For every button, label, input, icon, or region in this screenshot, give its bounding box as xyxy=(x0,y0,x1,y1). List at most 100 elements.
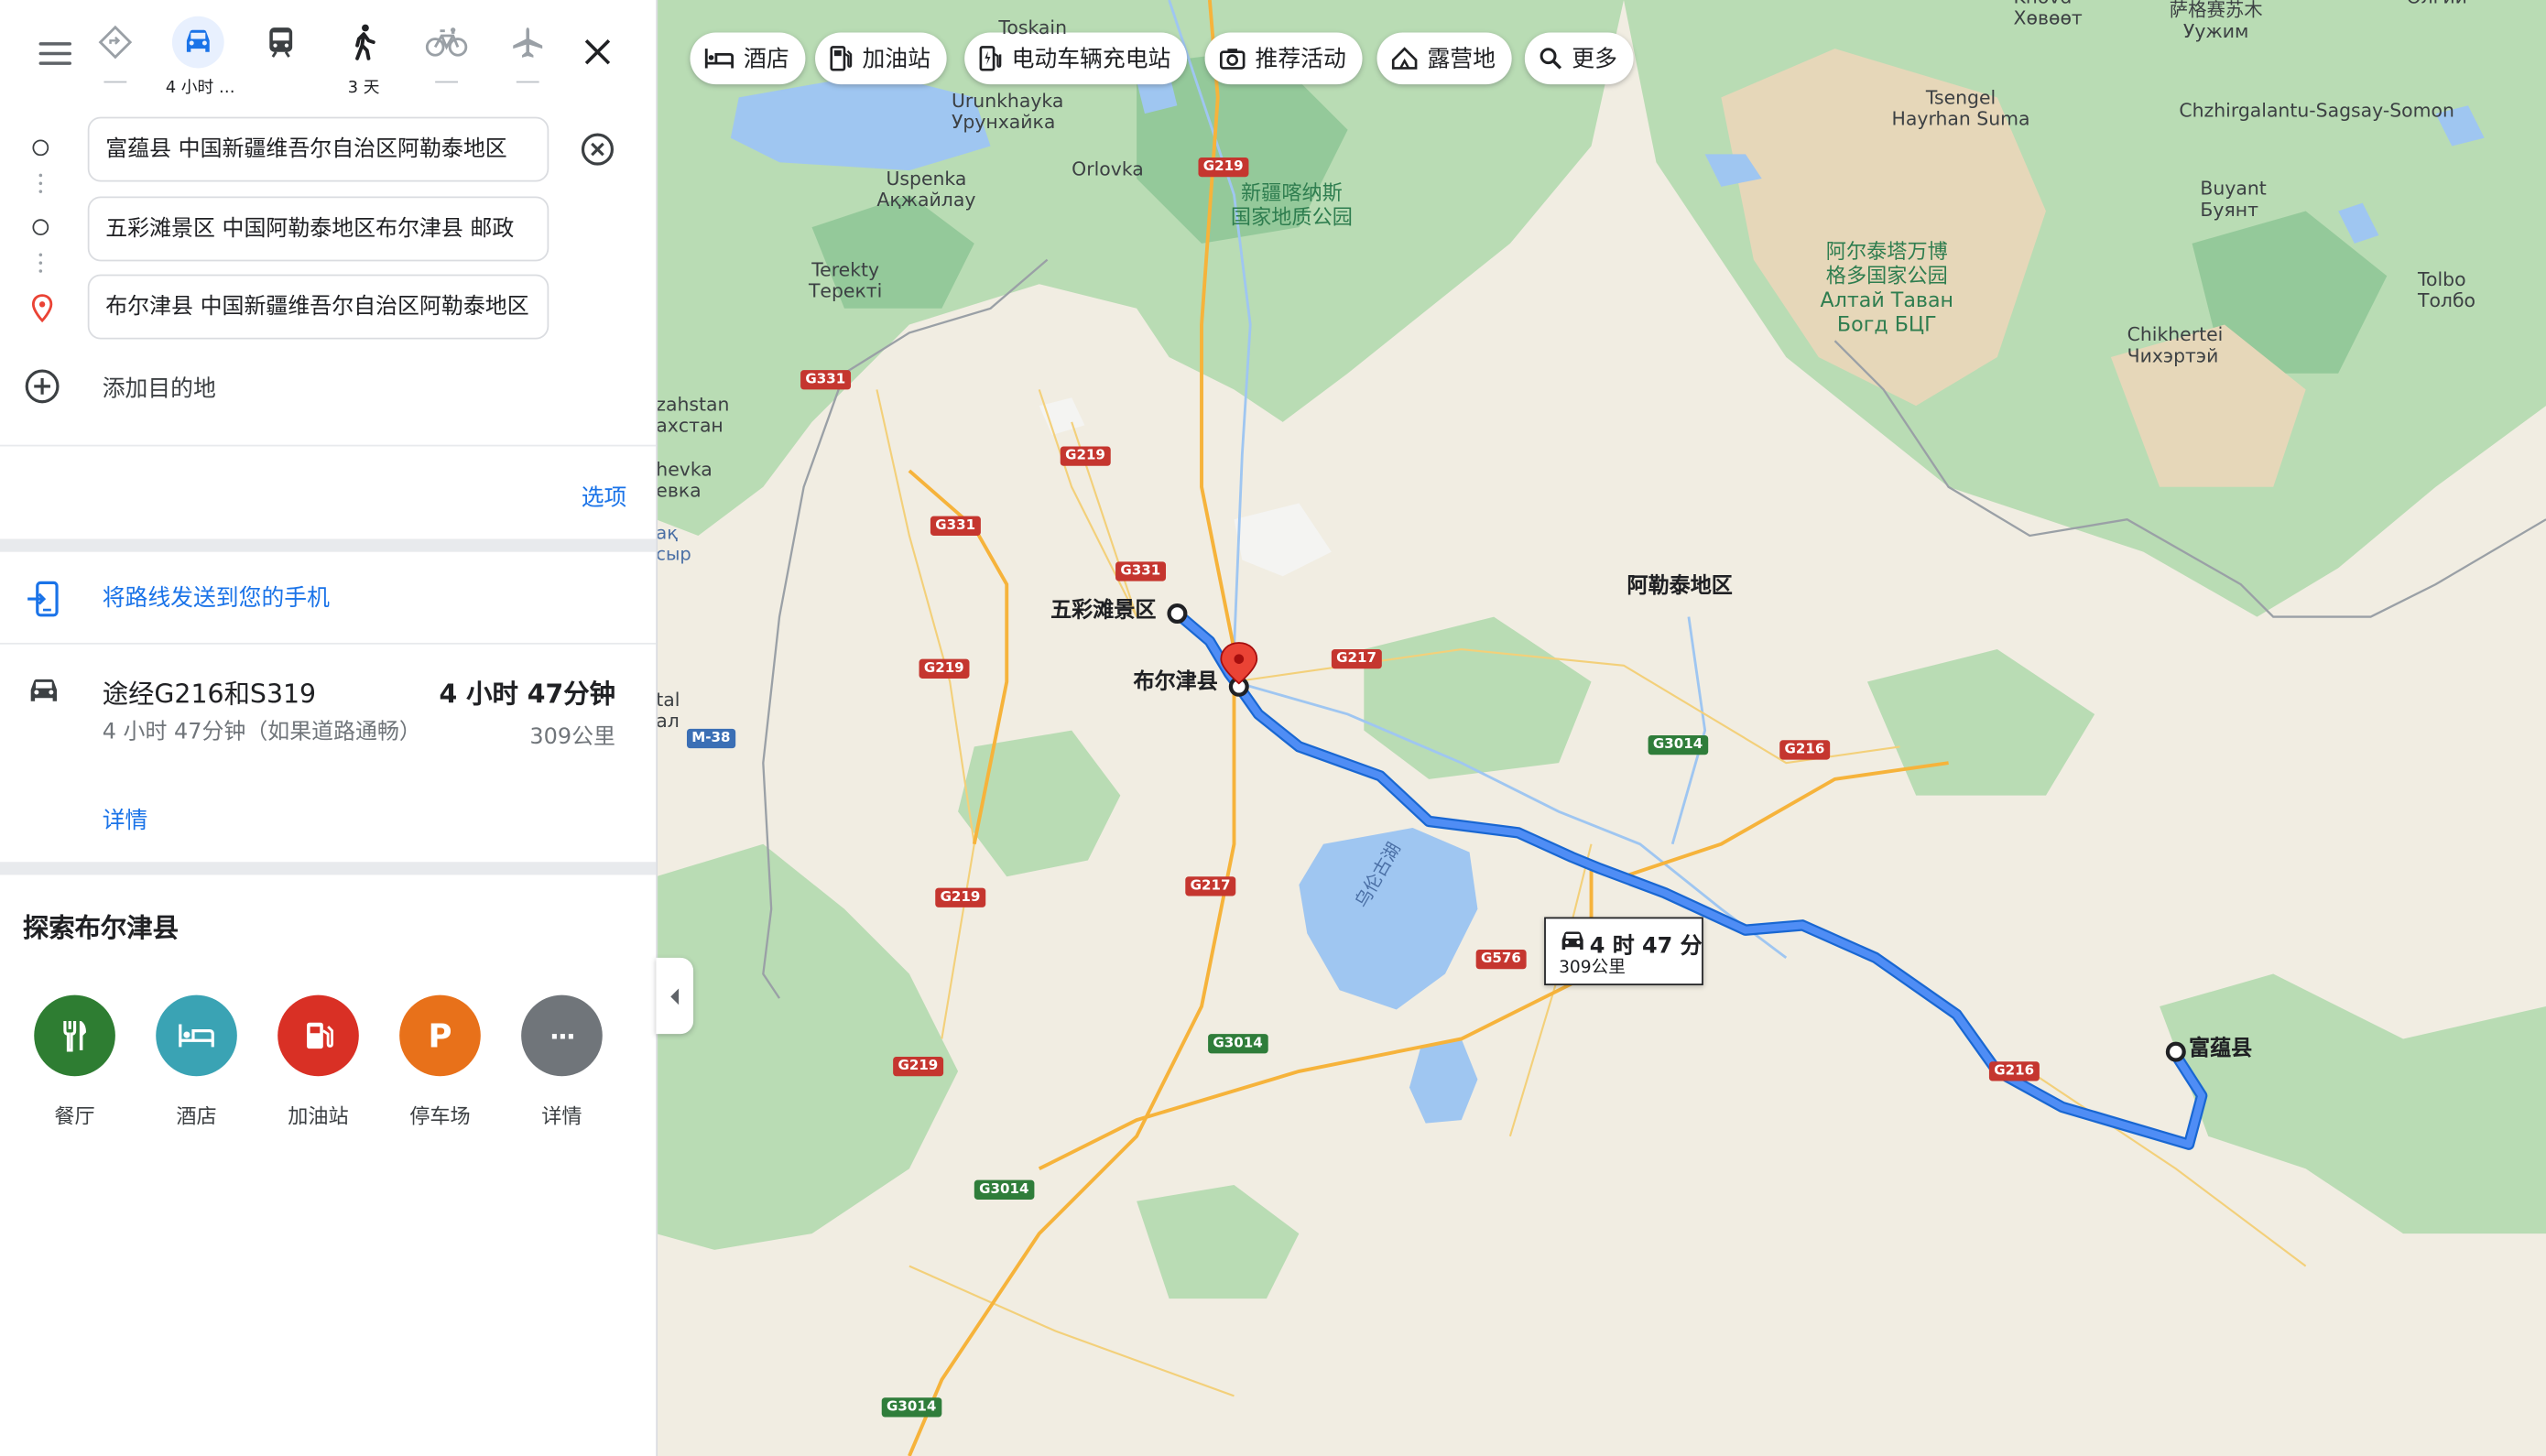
place-label-fuyun[interactable]: 富蕴县 xyxy=(2189,1038,2252,1059)
ev-charger-icon xyxy=(979,46,1002,71)
chip-label: 露营地 xyxy=(1427,47,1496,73)
gas-station-icon xyxy=(277,994,359,1077)
park-label[interactable]: 阿尔泰塔万博 格多国家公园 Алтай Таван Богд БЦГ xyxy=(1821,239,1954,336)
chip-ev-charging[interactable]: 电动车辆充电站 xyxy=(964,32,1188,85)
road-shield: G3014 xyxy=(881,1397,941,1418)
route-details-link[interactable]: 详情 xyxy=(103,803,148,835)
map-canvas[interactable]: 酒店 加油站 电动车辆充电站 推荐活动 露营地 更多 Toskain Urunk… xyxy=(656,0,2546,1456)
chip-more[interactable]: 更多 xyxy=(1524,32,1634,85)
road-shield: G217 xyxy=(1185,876,1235,896)
road-shield: G331 xyxy=(930,516,981,536)
place-label[interactable]: tal ал xyxy=(656,689,680,732)
place-label[interactable]: Urunkhayka Урунхайка xyxy=(952,90,1063,133)
chip-label: 更多 xyxy=(1572,47,1617,73)
camping-icon xyxy=(1391,47,1418,70)
explore-hotels[interactable]: 酒店 xyxy=(147,994,245,1130)
send-to-phone-label: 将路线发送到您的手机 xyxy=(102,585,330,613)
menu-icon xyxy=(38,42,72,46)
divider xyxy=(0,444,657,447)
chip-hotels[interactable]: 酒店 xyxy=(690,32,806,85)
place-label[interactable]: Tolbo Толбо xyxy=(2418,268,2475,311)
send-to-phone-button[interactable]: 将路线发送到您的手机 xyxy=(0,552,656,643)
chip-label: 酒店 xyxy=(744,47,789,73)
route-traffic-note: 4 小时 47分钟（如果道路通畅） xyxy=(102,719,421,745)
place-label[interactable]: Khovd Хөвөөт xyxy=(2014,0,2083,29)
road-shield: G3014 xyxy=(1208,1034,1268,1054)
place-label[interactable]: Tsengel Hayrhan Suma xyxy=(1892,87,2030,130)
mode-walking[interactable]: 3 天 xyxy=(332,16,397,97)
hotel-icon xyxy=(156,994,237,1077)
waypoint-origin: 富蕴县 中国新疆维吾尔自治区阿勒泰地区 xyxy=(0,116,656,182)
mode-best[interactable] xyxy=(82,16,147,94)
car-icon xyxy=(171,16,224,69)
place-label[interactable]: zahstan ахстан xyxy=(656,394,729,437)
options-link[interactable]: 选项 xyxy=(582,481,627,513)
place-label-wucaitan[interactable]: 五彩滩景区 xyxy=(1050,601,1156,622)
car-icon xyxy=(1561,931,1583,950)
close-directions-button[interactable] xyxy=(578,32,617,71)
place-label[interactable]: hevka евка xyxy=(656,459,713,502)
airplane-icon xyxy=(502,16,554,69)
clear-circle-icon xyxy=(581,133,615,166)
chip-things-to-do[interactable]: 推荐活动 xyxy=(1204,32,1363,85)
section-divider xyxy=(0,538,657,552)
route-option[interactable]: 途经G216和S319 4 小时 47分钟 4 小时 47分钟（如果道路通畅） … xyxy=(0,645,656,863)
stop-dot-icon xyxy=(32,219,49,236)
road-shield: M-38 xyxy=(686,728,735,749)
route-dots xyxy=(38,248,44,277)
walking-icon xyxy=(338,16,390,69)
destination-input[interactable]: 布尔津县 中国新疆维吾尔自治区阿勒泰地区 xyxy=(87,274,549,340)
place-label[interactable]: Uspenka Ақжайлау xyxy=(876,168,975,211)
chip-campgrounds[interactable]: 露营地 xyxy=(1376,32,1512,85)
waypoint-destination: 布尔津县 中国新疆维吾尔自治区阿勒泰地区 xyxy=(0,274,656,340)
mode-cycling[interactable] xyxy=(414,16,479,94)
road-shield: G216 xyxy=(1988,1061,2040,1081)
mode-transit[interactable] xyxy=(248,16,313,94)
place-label-burqin[interactable]: 布尔津县 xyxy=(1134,672,1218,693)
search-icon xyxy=(1540,48,1562,70)
place-label[interactable]: 萨格赛苏木 Уужим xyxy=(2170,0,2263,42)
place-label[interactable]: 阿勒泰地区 xyxy=(1627,576,1733,597)
road-shield: G219 xyxy=(1060,446,1111,466)
close-icon xyxy=(584,39,611,65)
place-label[interactable]: ақ сыр xyxy=(656,523,691,565)
menu-button[interactable] xyxy=(36,36,75,68)
directions-diamond-icon xyxy=(90,16,142,69)
place-label[interactable]: Chzhirgalantu-Sagsay-Somon xyxy=(2179,100,2454,122)
app-root: 4 小时 … 3 天 富蕴县 中国新疆维吾尔自治区阿勒泰地区 五彩滩景区 中国阿… xyxy=(0,0,2546,1456)
place-label[interactable]: Terekty Теректі xyxy=(809,259,882,302)
place-label[interactable]: Buyant Буянт xyxy=(2200,178,2266,221)
send-to-phone-icon xyxy=(27,581,59,617)
explore-more[interactable]: ··· 详情 xyxy=(513,994,610,1130)
place-label[interactable]: Orlovka xyxy=(1072,158,1144,180)
explore-parking[interactable]: P 停车场 xyxy=(391,994,488,1130)
origin-marker xyxy=(2165,1041,2186,1062)
explore-label: 酒店 xyxy=(176,1103,217,1128)
explore-label: 详情 xyxy=(541,1103,582,1128)
origin-input[interactable]: 富蕴县 中国新疆维吾尔自治区阿勒泰地区 xyxy=(87,116,549,182)
route-duration: 4 小时 47分钟 xyxy=(439,678,615,710)
chevron-left-icon xyxy=(669,987,679,1005)
mode-flights[interactable] xyxy=(495,16,560,94)
explore-gas-stations[interactable]: 加油站 xyxy=(269,994,366,1130)
origin-dot-icon xyxy=(32,139,49,157)
callout-distance: 309公里 xyxy=(1559,957,1626,978)
road-shield: G331 xyxy=(800,370,851,390)
chip-gas-stations[interactable]: 加油站 xyxy=(815,32,947,85)
parking-icon: P xyxy=(399,994,481,1077)
place-label[interactable]: Өлгий xyxy=(2407,0,2467,8)
explore-restaurants[interactable]: 餐厅 xyxy=(26,994,123,1130)
road-shield: G217 xyxy=(1331,649,1382,669)
snow-caps xyxy=(1039,397,1332,577)
road-shield: G216 xyxy=(1779,740,1830,760)
route-callout[interactable]: 4 时 47 分 309公里 xyxy=(1544,917,1703,985)
remove-waypoint-button[interactable] xyxy=(580,132,615,168)
collapse-panel-button[interactable] xyxy=(656,957,694,1035)
directions-panel: 4 小时 … 3 天 富蕴县 中国新疆维吾尔自治区阿勒泰地区 五彩滩景区 中国阿… xyxy=(0,0,658,1456)
mode-driving[interactable]: 4 小时 … xyxy=(166,16,235,97)
park-label[interactable]: 新疆喀纳斯 国家地质公园 xyxy=(1231,180,1353,229)
place-label[interactable]: Toskain xyxy=(998,17,1067,38)
explore-label: 加油站 xyxy=(288,1103,349,1128)
place-label[interactable]: Chikhertei Чихэртэй xyxy=(2127,324,2224,367)
stop-input[interactable]: 五彩滩景区 中国阿勒泰地区布尔津县 邮政 xyxy=(87,196,549,262)
